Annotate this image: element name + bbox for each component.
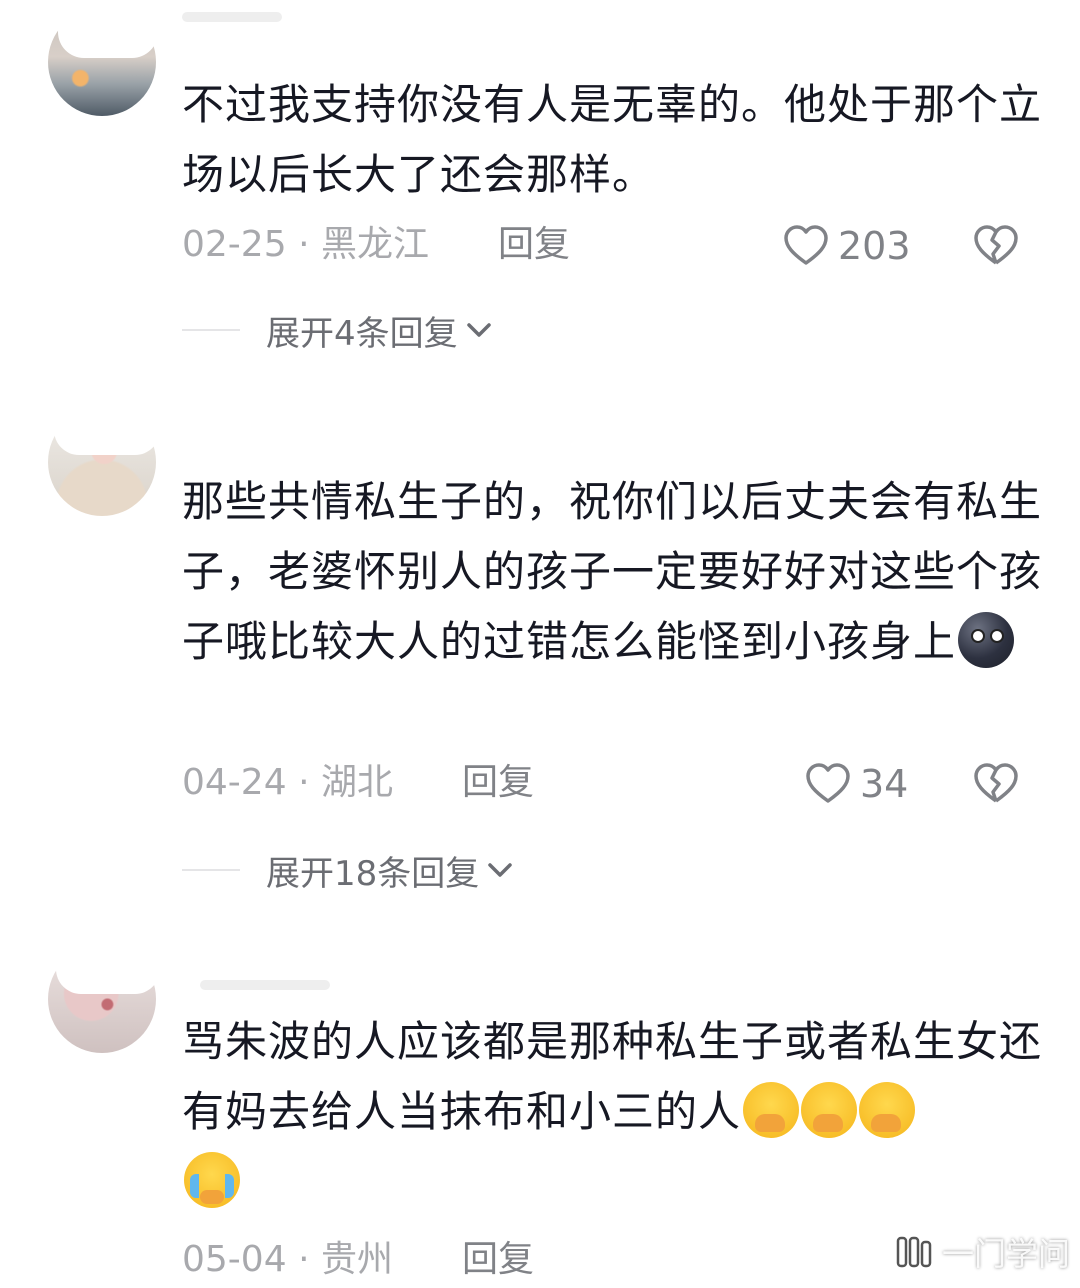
watermark-logo-icon [896,1236,932,1268]
heart-outline-icon [784,225,828,265]
divider [182,329,240,331]
divider [182,869,240,871]
heart-outline-icon [806,763,850,803]
comment-location: · 黑龙江 [298,224,429,265]
broken-heart-icon[interactable] [972,760,1020,808]
reply-button[interactable]: 回复 [462,1235,534,1285]
reply-button[interactable]: 回复 [498,220,570,270]
chevron-down-icon [488,863,513,877]
like-button[interactable]: 34 [804,760,908,808]
reply-button[interactable]: 回复 [462,758,534,808]
face-with-hand-over-mouth-emoji [801,1082,858,1138]
comment-text: 骂朱波的人应该都是那种私生子或者私生女还有妈去给人当抹布和小三的人 [182,1007,1042,1217]
comment-text: 不过我支持你没有人是无辜的。他处于那个立场以后长大了还会那样。 [182,80,1043,199]
comment-text: 那些共情私生子的，祝你们以后丈夫会有私生子，老婆怀别人的孩子一定要好好对这些个孩… [182,477,1043,668]
expand-replies-button[interactable]: 展开4条回复 [182,305,682,355]
comment-location: · 贵州 [298,1239,393,1280]
comment-location: · 湖北 [298,762,393,803]
face-with-hand-over-mouth-emoji [859,1082,916,1138]
like-button[interactable]: 203 [782,222,911,270]
comment-date: 02-25 · 黑龙江 [182,224,429,265]
like-count: 203 [838,224,911,268]
like-count: 34 [860,762,909,806]
comment-date: 04-24 · 湖北 [182,762,393,803]
face-with-hand-over-mouth-emoji [743,1082,800,1138]
new-moon-face-emoji [958,612,1015,668]
face-holding-back-tears-emoji [184,1152,240,1208]
expand-replies-button[interactable]: 展开18条回复 [182,845,682,895]
comment-date: 05-04 · 贵州 [182,1239,393,1280]
broken-heart-icon[interactable] [972,222,1020,270]
chevron-down-icon [466,323,491,337]
watermark: 一门学问 [894,1228,1070,1276]
